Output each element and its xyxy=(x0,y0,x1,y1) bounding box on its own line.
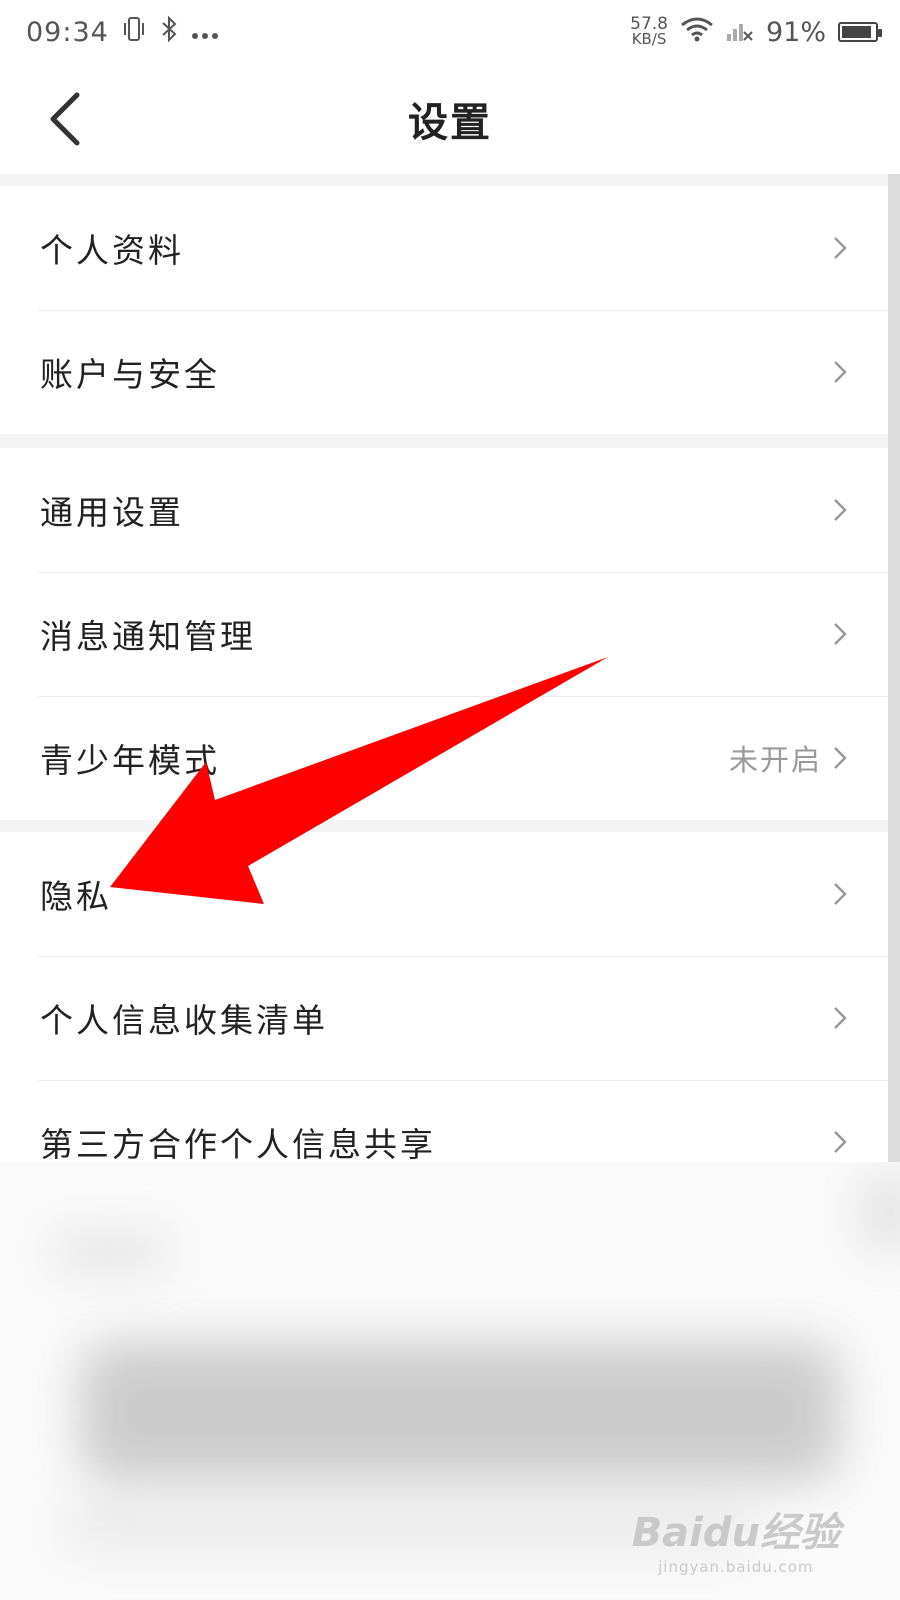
watermark-brand: Baidu经验 xyxy=(631,1510,840,1556)
chevron-right-icon xyxy=(834,1131,847,1153)
settings-item-teen-mode[interactable]: 青少年模式 未开启 xyxy=(0,696,888,820)
chevron-right-icon xyxy=(834,883,847,905)
back-button[interactable] xyxy=(34,86,94,152)
item-label: 第三方合作个人信息共享 xyxy=(40,1125,436,1164)
scrollbar[interactable] xyxy=(888,174,900,1164)
section-divider xyxy=(0,174,900,186)
teen-mode-status: 未开启 xyxy=(728,743,822,777)
settings-item-info-collection[interactable]: 个人信息收集清单 xyxy=(0,956,888,1080)
battery-percent: 91% xyxy=(765,16,826,48)
wifi-icon xyxy=(680,16,714,49)
item-label: 青少年模式 xyxy=(40,741,220,780)
item-label: 通用设置 xyxy=(40,493,184,532)
chevron-right-icon xyxy=(834,237,847,259)
chevron-right-icon xyxy=(834,747,847,769)
status-bar: 09:34 57.8 KB/S 91% xyxy=(0,0,900,64)
nav-header: 设置 xyxy=(0,64,900,174)
item-label: 账户与安全 xyxy=(40,355,220,394)
settings-item-general[interactable]: 通用设置 xyxy=(0,448,888,572)
watermark-url: jingyan.baidu.com xyxy=(658,1558,814,1576)
settings-group-privacy: 隐私 个人信息收集清单 第三方合作个人信息共享 xyxy=(0,832,888,1204)
signal-icon xyxy=(726,16,754,49)
item-label: 个人信息收集清单 xyxy=(40,1001,328,1040)
network-speed: 57.8 KB/S xyxy=(630,16,668,48)
settings-item-privacy[interactable]: 隐私 xyxy=(0,832,888,956)
chevron-left-icon xyxy=(50,92,80,146)
baidu-watermark: Baidu经验 jingyan.baidu.com xyxy=(632,1500,840,1576)
settings-group-general: 通用设置 消息通知管理 青少年模式 未开启 xyxy=(0,448,888,820)
network-speed-unit: KB/S xyxy=(631,30,667,48)
bluetooth-icon xyxy=(159,15,179,50)
item-label: 消息通知管理 xyxy=(40,617,256,656)
more-dots-icon xyxy=(191,17,219,47)
battery-icon xyxy=(838,22,882,42)
settings-item-notifications[interactable]: 消息通知管理 xyxy=(0,572,888,696)
page-title: 设置 xyxy=(408,99,492,146)
section-divider xyxy=(0,818,900,832)
vibrate-icon xyxy=(121,15,147,50)
item-label: 个人资料 xyxy=(40,231,184,270)
settings-item-profile[interactable]: 个人资料 xyxy=(0,186,888,310)
status-time: 09:34 xyxy=(26,16,109,48)
settings-item-account-security[interactable]: 账户与安全 xyxy=(0,310,888,434)
chevron-right-icon xyxy=(834,623,847,645)
item-label: 隐私 xyxy=(40,877,112,916)
chevron-right-icon xyxy=(834,1007,847,1029)
settings-group-account: 个人资料 账户与安全 xyxy=(0,186,888,434)
chevron-right-icon xyxy=(834,361,847,383)
section-divider xyxy=(0,434,900,448)
chevron-right-icon xyxy=(834,499,847,521)
